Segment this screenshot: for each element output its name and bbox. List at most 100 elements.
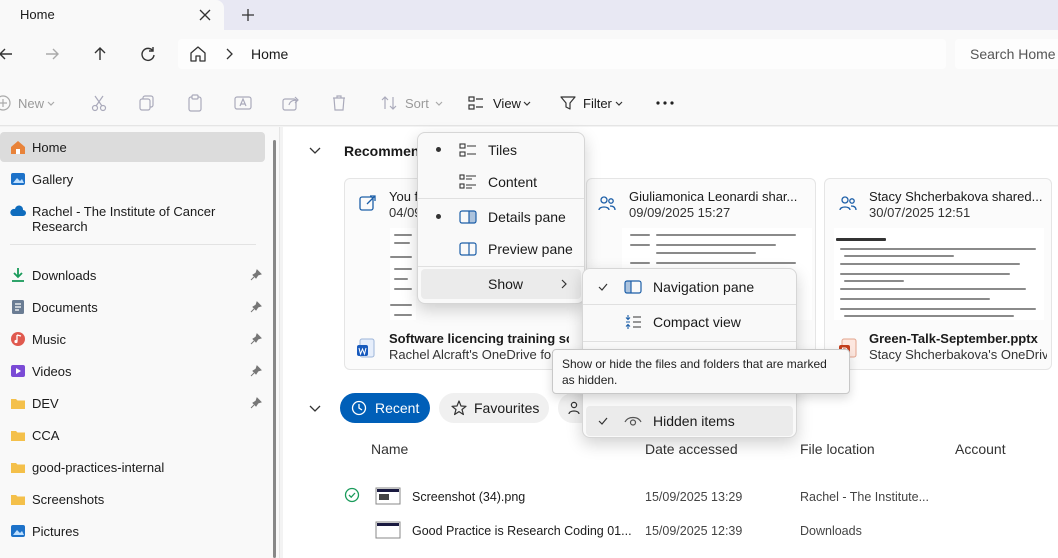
card-filename: Green-Talk-September.pptx bbox=[869, 331, 1038, 346]
sidebar-item-label: Downloads bbox=[32, 268, 97, 283]
chevron-down-icon bbox=[434, 94, 444, 112]
details-pane-icon bbox=[459, 209, 477, 225]
sidebar-scrollbar[interactable] bbox=[273, 140, 276, 558]
refresh-icon[interactable] bbox=[136, 42, 160, 66]
pin-icon[interactable] bbox=[250, 269, 262, 281]
sidebar-item-dev[interactable]: DEV bbox=[0, 388, 265, 418]
sidebar-item-label: Music bbox=[32, 332, 66, 347]
paste-icon[interactable] bbox=[186, 94, 204, 112]
delete-icon[interactable] bbox=[330, 94, 348, 112]
more-options-icon[interactable] bbox=[655, 94, 674, 112]
sidebar-item-music[interactable]: Music bbox=[0, 324, 265, 354]
row-location[interactable]: Rachel - The Institute... bbox=[800, 490, 929, 504]
menu-label: Preview pane bbox=[488, 241, 573, 257]
sidebar-item-home[interactable]: Home bbox=[0, 132, 265, 162]
close-tab-icon[interactable] bbox=[196, 6, 214, 24]
folder-icon bbox=[10, 395, 26, 411]
column-date-accessed[interactable]: Date accessed bbox=[645, 441, 738, 457]
cut-icon[interactable] bbox=[90, 94, 108, 112]
back-arrow-icon[interactable] bbox=[0, 42, 18, 66]
gallery-icon bbox=[10, 171, 26, 187]
pin-icon[interactable] bbox=[250, 301, 262, 313]
card-owner: Rachel Alcraft's OneDrive for Bu bbox=[389, 347, 569, 362]
star-icon bbox=[450, 399, 468, 417]
view-button[interactable]: View bbox=[493, 96, 521, 111]
tab-title: Home bbox=[20, 7, 55, 22]
sidebar-item-label: Documents bbox=[32, 300, 98, 315]
sidebar-item-label: good-practices-internal bbox=[32, 460, 165, 475]
menu-divider bbox=[418, 266, 584, 267]
filter-button[interactable]: Filter bbox=[583, 96, 612, 111]
sidebar-item-label: Rachel - The Institute of Cancer Researc… bbox=[32, 204, 216, 234]
sidebar-item-label: DEV bbox=[32, 396, 59, 411]
home-icon bbox=[188, 44, 208, 64]
card-sharer: Giuliamonica Leonardi shar... bbox=[629, 189, 798, 204]
row-location[interactable]: Downloads bbox=[800, 524, 862, 538]
checkmark-icon bbox=[597, 415, 609, 427]
sidebar-item-downloads[interactable]: Downloads bbox=[0, 260, 265, 290]
tiles-icon bbox=[459, 142, 477, 158]
pin-icon[interactable] bbox=[250, 333, 262, 345]
breadcrumb[interactable]: Home bbox=[251, 46, 288, 62]
card-sharer: You fi bbox=[389, 189, 419, 204]
address-bar[interactable] bbox=[178, 39, 946, 69]
chevron-down-icon[interactable] bbox=[307, 400, 323, 416]
favourites-filter-button[interactable]: Favourites bbox=[439, 393, 549, 423]
image-file-icon bbox=[375, 487, 401, 505]
home-icon bbox=[10, 139, 26, 155]
new-plus-icon bbox=[0, 94, 12, 112]
sidebar-item-label: Home bbox=[32, 140, 67, 155]
card-date: 09/09/2025 15:27 bbox=[629, 205, 731, 220]
sidebar-item-onedrive[interactable]: Rachel - The Institute of Cancer Researc… bbox=[0, 196, 265, 234]
new-button[interactable]: New bbox=[18, 96, 44, 111]
sidebar-item-gallery[interactable]: Gallery bbox=[0, 164, 265, 194]
pin-icon[interactable] bbox=[250, 365, 262, 377]
sidebar-item-label: Screenshots bbox=[32, 492, 105, 507]
recommended-title: Recommen bbox=[344, 143, 420, 159]
folder-icon bbox=[10, 491, 26, 507]
menu-label: Navigation pane bbox=[653, 279, 755, 295]
forward-arrow-icon[interactable] bbox=[40, 42, 64, 66]
copy-icon[interactable] bbox=[138, 94, 156, 112]
sync-status-icon bbox=[344, 487, 360, 503]
sidebar-item-pictures[interactable]: Pictures bbox=[0, 516, 265, 546]
new-tab-icon[interactable] bbox=[238, 5, 258, 25]
preview-pane-icon bbox=[459, 241, 477, 257]
sidebar-item-cca[interactable]: CCA bbox=[0, 420, 265, 450]
sort-button[interactable]: Sort bbox=[405, 96, 429, 111]
download-icon bbox=[10, 267, 26, 283]
menu-label: Tiles bbox=[488, 142, 518, 158]
card-date: 30/07/2025 12:51 bbox=[869, 205, 971, 220]
chevron-down-icon[interactable] bbox=[307, 142, 323, 158]
shared-people-icon bbox=[838, 193, 858, 213]
recent-filter-button[interactable]: Recent bbox=[340, 393, 430, 423]
pin-icon[interactable] bbox=[250, 397, 262, 409]
menu-divider bbox=[418, 198, 584, 199]
sidebar-item-good-practices-internal[interactable]: good-practices-internal bbox=[0, 452, 265, 482]
row-name[interactable]: Screenshot (34).png bbox=[412, 490, 525, 504]
menu-label: Hidden items bbox=[653, 413, 735, 429]
sidebar-item-screenshots[interactable]: Screenshots bbox=[0, 484, 265, 514]
navigation-pane-icon bbox=[624, 279, 642, 295]
card-sharer: Stacy Shcherbakova shared... bbox=[869, 189, 1043, 204]
menu-label: Compact view bbox=[653, 314, 741, 330]
open-external-icon bbox=[358, 193, 378, 213]
selected-dot bbox=[436, 214, 441, 219]
chevron-right-icon[interactable] bbox=[222, 46, 236, 62]
sidebar-item-label: Gallery bbox=[32, 172, 74, 187]
share-icon[interactable] bbox=[282, 94, 300, 112]
menu-label: Content bbox=[488, 174, 538, 190]
rename-icon[interactable] bbox=[234, 94, 252, 112]
card-thumbnail bbox=[834, 228, 1044, 320]
sidebar-item-documents[interactable]: Documents bbox=[0, 292, 265, 322]
column-account[interactable]: Account bbox=[955, 441, 1006, 457]
card-thumbnail bbox=[390, 228, 416, 320]
up-arrow-icon[interactable] bbox=[88, 42, 112, 66]
column-file-location[interactable]: File location bbox=[800, 441, 875, 457]
card-owner: Stacy Shcherbakova's OneDrive... bbox=[869, 347, 1047, 362]
sidebar-item-videos[interactable]: Videos bbox=[0, 356, 265, 386]
row-name[interactable]: Good Practice is Research Coding 01... bbox=[412, 524, 632, 538]
column-name[interactable]: Name bbox=[371, 441, 408, 457]
image-file-icon bbox=[375, 521, 401, 539]
menu-divider bbox=[583, 304, 796, 305]
